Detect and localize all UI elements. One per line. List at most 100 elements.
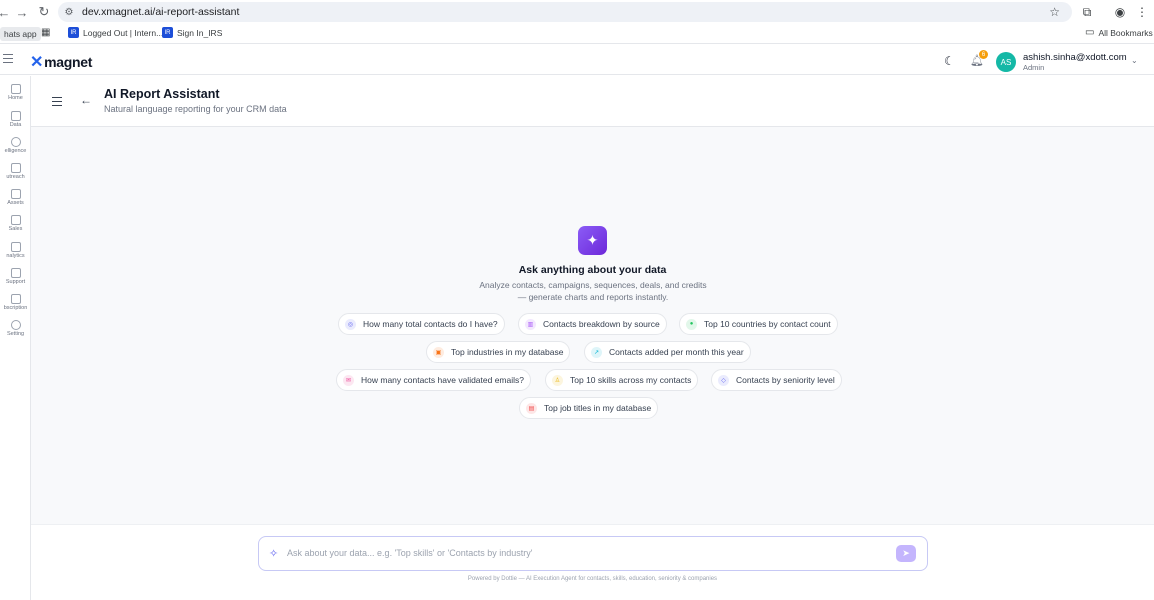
suggestion-chip[interactable]: ▥ Contacts breakdown by source — [518, 313, 667, 335]
favicon-icon: IR — [68, 27, 79, 38]
forward-arrow-icon[interactable]: → — [12, 2, 32, 22]
trend-icon: ↗ — [591, 346, 602, 358]
sidebar-item-assets[interactable]: Assets — [0, 189, 31, 206]
suggestion-label: Top 10 countries by contact count — [704, 319, 831, 329]
reload-icon[interactable]: ↻ — [34, 2, 54, 22]
browser-toolbar: ← → ↻ ⚙ dev.xmagnet.ai/ai-report-assista… — [0, 0, 1154, 24]
sidebar-item-label: Sales — [8, 226, 23, 232]
favicon-icon: IR — [162, 27, 173, 38]
chat-icon — [10, 268, 21, 278]
suggestion-chip[interactable]: ↗ Contacts added per month this year — [584, 341, 751, 363]
send-icon: ➤ — [902, 548, 910, 558]
address-bar[interactable]: ⚙ dev.xmagnet.ai/ai-report-assistant ☆ — [58, 2, 1072, 22]
sidebar-item-label: Setting — [6, 331, 25, 337]
extensions-icon[interactable]: ⧉ — [1077, 2, 1097, 22]
suggestion-chip[interactable]: ▤ Top job titles in my database — [519, 397, 659, 419]
sidebar-item-label: nalytics — [6, 253, 25, 259]
bookmarks-bar: hats app ▦ IR Logged Out | Intern... IR … — [0, 24, 1154, 44]
hamburger-icon[interactable] — [3, 54, 13, 64]
main-content: ✦ Ask anything about your data Analyze c… — [31, 127, 1154, 524]
hero-title: Ask anything about your data — [518, 264, 667, 276]
profile-icon[interactable]: ◉ — [1110, 2, 1130, 22]
user-email[interactable]: ashish.sinha@xdott.com — [1023, 52, 1127, 63]
chevron-down-icon[interactable]: ⌄ — [1131, 56, 1138, 65]
sidebar-item-label: Data — [9, 122, 22, 128]
database-icon — [10, 111, 21, 121]
building-icon: ▣ — [433, 346, 444, 358]
sidebar-item-setting[interactable]: Setting — [0, 320, 31, 337]
bookmark-whatsapp[interactable]: hats app — [0, 27, 41, 41]
logo-text: magnet — [44, 54, 93, 70]
globe-icon: ● — [686, 318, 697, 330]
sidebar-item-intelligence[interactable]: elligence — [0, 137, 31, 154]
all-bookmarks[interactable]: ▭ All Bookmarks — [1085, 27, 1153, 38]
suggestion-label: Contacts added per month this year — [609, 347, 744, 357]
bookmark-sign-in[interactable]: IR Sign In_IRS — [162, 27, 222, 38]
url-text: dev.xmagnet.ai/ai-report-assistant — [82, 6, 240, 18]
users-icon: ◎ — [345, 318, 356, 330]
card-icon — [10, 294, 21, 304]
suggestion-chip[interactable]: ◇ Contacts by seniority level — [711, 369, 842, 391]
analytics-icon — [10, 242, 21, 252]
sidebar-item-label: elligence — [4, 148, 27, 154]
send-icon — [10, 163, 21, 173]
page-header: ← AI Report Assistant Natural language r… — [31, 76, 1154, 127]
chat-input-box: ✧ ➤ — [258, 536, 928, 571]
page-subtitle: Natural language reporting for your CRM … — [104, 104, 287, 114]
graduation-icon: ◇ — [718, 374, 729, 386]
suggestion-chip[interactable]: ✉ How many contacts have validated emails… — [336, 369, 531, 391]
bookmark-label: Logged Out | Intern... — [83, 27, 164, 38]
mail-icon: ✉ — [343, 374, 354, 386]
award-icon: ♙ — [552, 374, 563, 386]
hero-description: Analyze contacts, campaigns, sequences, … — [479, 280, 707, 302]
intelligence-icon — [10, 137, 21, 147]
sidebar-item-label: Home — [8, 95, 23, 101]
apps-grid-icon[interactable]: ▦ — [41, 27, 50, 38]
suggestion-label: Contacts by seniority level — [736, 375, 835, 385]
sidebar-item-data[interactable]: Data — [0, 111, 31, 128]
browser-menu-icon[interactable]: ⋮ — [1132, 2, 1152, 22]
suggestion-label: Top 10 skills across my contacts — [570, 375, 692, 385]
suggestion-chip[interactable]: ♙ Top 10 skills across my contacts — [545, 369, 699, 391]
avatar[interactable]: AS — [996, 52, 1016, 72]
sidebar-item-support[interactable]: Support — [0, 268, 31, 285]
bookmark-star-icon[interactable]: ☆ — [1049, 5, 1060, 19]
hamburger-icon[interactable] — [52, 97, 62, 109]
send-button[interactable]: ➤ — [896, 545, 916, 562]
chat-footer: ✧ ➤ Powered by Dottie — AI Execution Age… — [31, 524, 1154, 600]
briefcase-icon: ▤ — [526, 402, 537, 414]
back-arrow-icon[interactable]: ← — [80, 93, 92, 107]
app-header: ✕ magnet ☾ 🔔︎ 6 AS ashish.sinha@xdott.co… — [0, 45, 1154, 75]
sidebar-item-sales[interactable]: Sales — [0, 215, 31, 232]
xmagnet-logo[interactable]: ✕ magnet — [30, 52, 92, 72]
page-title: AI Report Assistant — [104, 87, 220, 101]
bookmark-label: hats app — [0, 27, 41, 41]
suggestion-chip[interactable]: ◎ How many total contacts do I have? — [338, 313, 505, 335]
megaphone-icon — [10, 189, 21, 199]
gear-icon — [10, 320, 21, 330]
suggestion-label: How many contacts have validated emails? — [361, 375, 524, 385]
bookmark-logged-out[interactable]: IR Logged Out | Intern... — [68, 27, 163, 38]
site-info-icon[interactable]: ⚙ — [58, 7, 80, 18]
sidebar-item-label: Support — [5, 279, 26, 285]
suggestion-label: How many total contacts do I have? — [363, 319, 498, 329]
suggestion-chip[interactable]: ● Top 10 countries by contact count — [679, 313, 838, 335]
chat-input[interactable] — [287, 545, 887, 561]
dark-mode-toggle-icon[interactable]: ☾ — [944, 54, 955, 68]
all-bookmarks-label: All Bookmarks — [1098, 27, 1153, 38]
sidebar-item-analytics[interactable]: nalytics — [0, 242, 31, 259]
powered-by-text: Powered by Dottie — AI Execution Agent f… — [467, 576, 718, 582]
sidebar-item-outreach[interactable]: utreach — [0, 163, 31, 180]
sidebar-item-subscription[interactable]: bscription — [0, 294, 31, 311]
suggestion-label: Contacts breakdown by source — [543, 319, 660, 329]
sidebar-item-home[interactable]: Home — [0, 84, 31, 101]
folder-icon: ▭ — [1085, 27, 1095, 38]
user-role: Admin — [1023, 63, 1045, 72]
sidebar-item-label: utreach — [6, 174, 25, 180]
suggestion-chip[interactable]: ▣ Top industries in my database — [426, 341, 571, 363]
sparkles-icon: ✦ — [578, 226, 607, 255]
notification-badge: 6 — [979, 50, 988, 59]
sidebar: Home Data elligence utreach Assets Sales… — [0, 76, 31, 600]
suggestion-label: Top industries in my database — [451, 347, 564, 357]
logo-x-icon: ✕ — [30, 54, 44, 71]
